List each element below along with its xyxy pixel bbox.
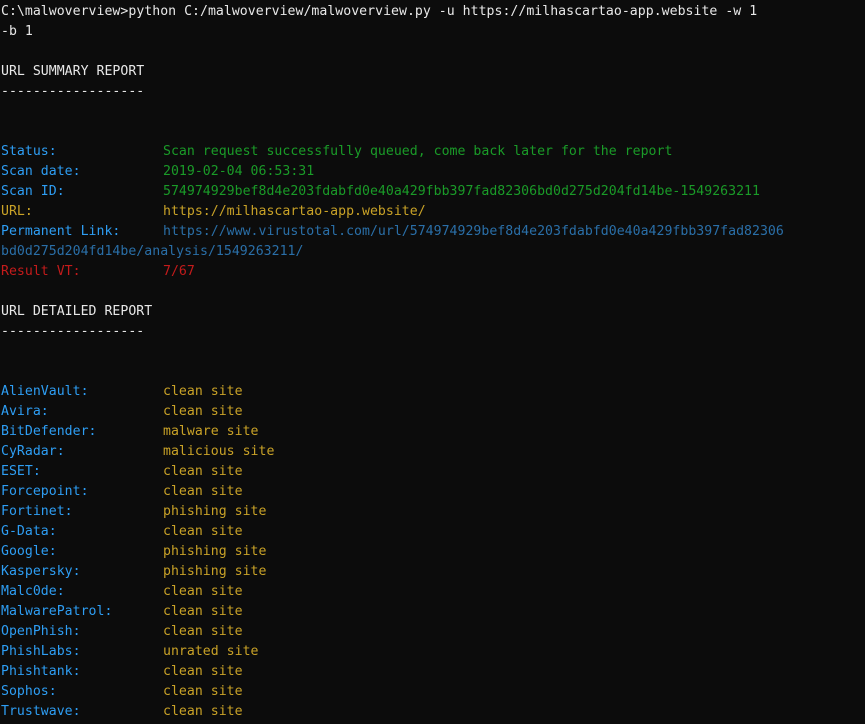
vendor-row: Malc0de: clean site (1, 582, 865, 602)
summary-row-scan-id: Scan ID: 574974929bef8d4e203fdabfd0e40a42… (1, 182, 865, 202)
vendor-verdict: phishing site (163, 504, 267, 519)
vendor-row: Fortinet: phishing site (1, 502, 865, 522)
vendor-row: Forcepoint: clean site (1, 482, 865, 502)
summary-value: 2019-02-04 06:53:31 (163, 164, 315, 179)
vendor-verdict: phishing site (163, 564, 267, 579)
vendor-row: Sophos: clean site (1, 682, 865, 702)
vendor-row: CyRadar: malicious site (1, 442, 865, 462)
vendor-name: Avira: (1, 404, 49, 419)
summary-value-url[interactable]: https://milhascartao-app.website/ (163, 202, 426, 222)
vendor-verdict: clean site (163, 464, 243, 479)
permanent-link-value-wrap[interactable]: bd0d275d204fd14be/analysis/1549263211/ (1, 242, 865, 262)
vendor-verdict: clean site (163, 664, 243, 679)
summary-row-url: URL: https://milhascartao-app.website/ (1, 202, 865, 222)
vendor-row: G-Data: clean site (1, 522, 865, 542)
summary-label: Status: (1, 144, 57, 159)
result-vt-label: Result VT: (1, 264, 81, 279)
vendor-name: Fortinet: (1, 504, 73, 519)
vendor-row: Avira: clean site (1, 402, 865, 422)
summary-row-scan-date: Scan date: 2019-02-04 06:53:31 (1, 162, 865, 182)
vendor-row: Phishtank: clean site (1, 662, 865, 682)
vendor-verdict: clean site (163, 404, 243, 419)
vendor-name: CyRadar: (1, 444, 65, 459)
vendor-name: Phishtank: (1, 664, 81, 679)
summary-label: Scan date: (1, 164, 81, 179)
vendor-verdict: malicious site (163, 444, 275, 459)
vendor-name: Forcepoint: (1, 484, 89, 499)
vendor-row: Google: phishing site (1, 542, 865, 562)
vendor-name: Malc0de: (1, 584, 65, 599)
command-line: C:\malwoverview>python C:/malwoverview/m… (1, 2, 865, 22)
summary-heading: URL SUMMARY REPORT (1, 64, 145, 79)
vendor-results-list: AlienVault: clean site Avira: clean site Bit… (1, 382, 865, 724)
summary-label: Scan ID: (1, 184, 65, 199)
vendor-name: PhishLabs: (1, 644, 81, 659)
vendor-name: Sophos: (1, 684, 57, 699)
summary-rule: ------------------ (1, 84, 145, 99)
vendor-name: Kaspersky: (1, 564, 81, 579)
summary-label: URL: (1, 204, 33, 219)
permanent-link-value[interactable]: https://www.virustotal.com/url/574974929… (163, 222, 784, 242)
vendor-name: MalwarePatrol: (1, 604, 113, 619)
vendor-row: ESET: clean site (1, 462, 865, 482)
vendor-row: OpenPhish: clean site (1, 622, 865, 642)
vendor-name: Google: (1, 544, 57, 559)
vendor-row: PhishLabs: unrated site (1, 642, 865, 662)
vendor-row: Trustwave: clean site (1, 702, 865, 722)
vendor-name: G-Data: (1, 524, 57, 539)
vendor-name: Trustwave: (1, 704, 81, 719)
vendor-verdict: clean site (163, 524, 243, 539)
summary-value: Scan request successfully queued, come b… (163, 144, 673, 159)
vendor-verdict: clean site (163, 484, 243, 499)
vendor-row: BitDefender: malware site (1, 422, 865, 442)
vendor-verdict: clean site (163, 684, 243, 699)
terminal-window[interactable]: C:\malwoverview>python C:/malwoverview/m… (0, 0, 865, 724)
summary-row-permanent-link: Permanent Link: https://www.virustotal.co… (1, 222, 865, 242)
summary-value: 574974929bef8d4e203fdabfd0e40a429fbb397f… (163, 184, 760, 199)
vendor-verdict: phishing site (163, 544, 267, 559)
summary-row-status: Status: Scan request successfully queued,… (1, 142, 865, 162)
permanent-link-label: Permanent Link: (1, 224, 121, 239)
result-vt-value: 7/67 (163, 264, 195, 279)
vendor-verdict: clean site (163, 604, 243, 619)
vendor-row: MalwarePatrol: clean site (1, 602, 865, 622)
summary-row-result-vt: Result VT: 7/67 (1, 262, 865, 282)
shell-prompt: C:\malwoverview> (1, 4, 129, 19)
command-text: python C:/malwoverview/malwoverview.py -… (128, 4, 758, 19)
vendor-name: OpenPhish: (1, 624, 81, 639)
vendor-verdict: clean site (163, 704, 243, 719)
vendor-name: AlienVault: (1, 384, 89, 399)
vendor-name: BitDefender: (1, 424, 97, 439)
vendor-verdict: malware site (163, 424, 259, 439)
vendor-verdict: clean site (163, 624, 243, 639)
vendor-verdict: unrated site (163, 644, 259, 659)
vendor-row: Kaspersky: phishing site (1, 562, 865, 582)
vendor-verdict: clean site (163, 384, 243, 399)
detailed-rule: ------------------ (1, 324, 145, 339)
vendor-name: ESET: (1, 464, 41, 479)
command-line-wrap: -b 1 (1, 24, 33, 39)
vendor-verdict: clean site (163, 584, 243, 599)
detailed-heading: URL DETAILED REPORT (1, 304, 153, 319)
vendor-row: AlienVault: clean site (1, 382, 865, 402)
